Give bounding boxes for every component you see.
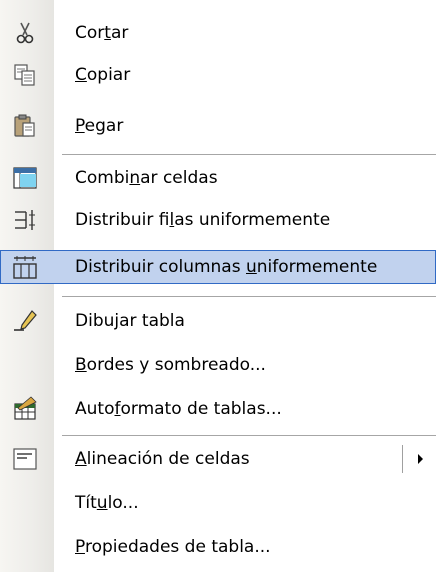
menu-item-copiar[interactable]: Copiar	[0, 58, 436, 92]
distribute-columns-icon	[12, 254, 38, 280]
table-autoformat-icon	[12, 396, 38, 422]
align-icon	[12, 446, 38, 472]
copy-icon	[12, 62, 38, 88]
submenu-arrow-icon	[418, 454, 423, 464]
menu-item-propiedades-tabla[interactable]: Propiedades de tabla...	[0, 530, 436, 564]
menu-item-label: Alineación de celdas	[75, 449, 250, 469]
pencil-icon	[12, 308, 38, 334]
menu-item-label: Cortar	[75, 23, 129, 43]
menu-item-label: Dibujar tabla	[75, 311, 185, 331]
menu-item-label: Propiedades de tabla...	[75, 537, 271, 557]
menu-item-label: Pegar	[75, 116, 124, 136]
menu-item-dibujar-tabla[interactable]: Dibujar tabla	[0, 304, 436, 338]
paste-icon	[12, 113, 38, 139]
menu-item-label: Bordes y sombreado...	[75, 355, 266, 375]
menu-item-label: Distribuir filas uniformemente	[75, 210, 331, 230]
menu-item-label: Autoformato de tablas...	[75, 399, 282, 419]
scissors-icon	[12, 20, 38, 46]
menu-separator	[62, 296, 436, 297]
menu-item-titulo[interactable]: Título...	[0, 486, 436, 520]
submenu-divider	[402, 445, 403, 473]
menu-item-cortar[interactable]: Cortar	[0, 16, 436, 50]
menu-item-distribuir-columnas[interactable]: Distribuir columnas uniformemente	[0, 250, 436, 284]
distribute-rows-icon	[12, 207, 38, 233]
context-menu: Cortar Copiar Pegar Combinar celdas Dist…	[0, 0, 436, 572]
menu-item-label: Copiar	[75, 65, 131, 85]
merge-cells-icon	[12, 165, 38, 191]
menu-item-alineacion-celdas[interactable]: Alineación de celdas	[0, 442, 436, 476]
menu-item-autoformato[interactable]: Autoformato de tablas...	[0, 392, 436, 426]
menu-item-distribuir-filas[interactable]: Distribuir filas uniformemente	[0, 203, 436, 237]
menu-item-bordes-sombreado[interactable]: Bordes y sombreado...	[0, 348, 436, 382]
menu-item-label: Distribuir columnas uniformemente	[75, 257, 378, 277]
menu-item-pegar[interactable]: Pegar	[0, 109, 436, 143]
menu-item-combinar-celdas[interactable]: Combinar celdas	[0, 161, 436, 195]
menu-item-label: Título...	[75, 493, 139, 513]
menu-separator	[62, 435, 436, 436]
menu-item-label: Combinar celdas	[75, 168, 218, 188]
menu-separator	[62, 154, 436, 155]
